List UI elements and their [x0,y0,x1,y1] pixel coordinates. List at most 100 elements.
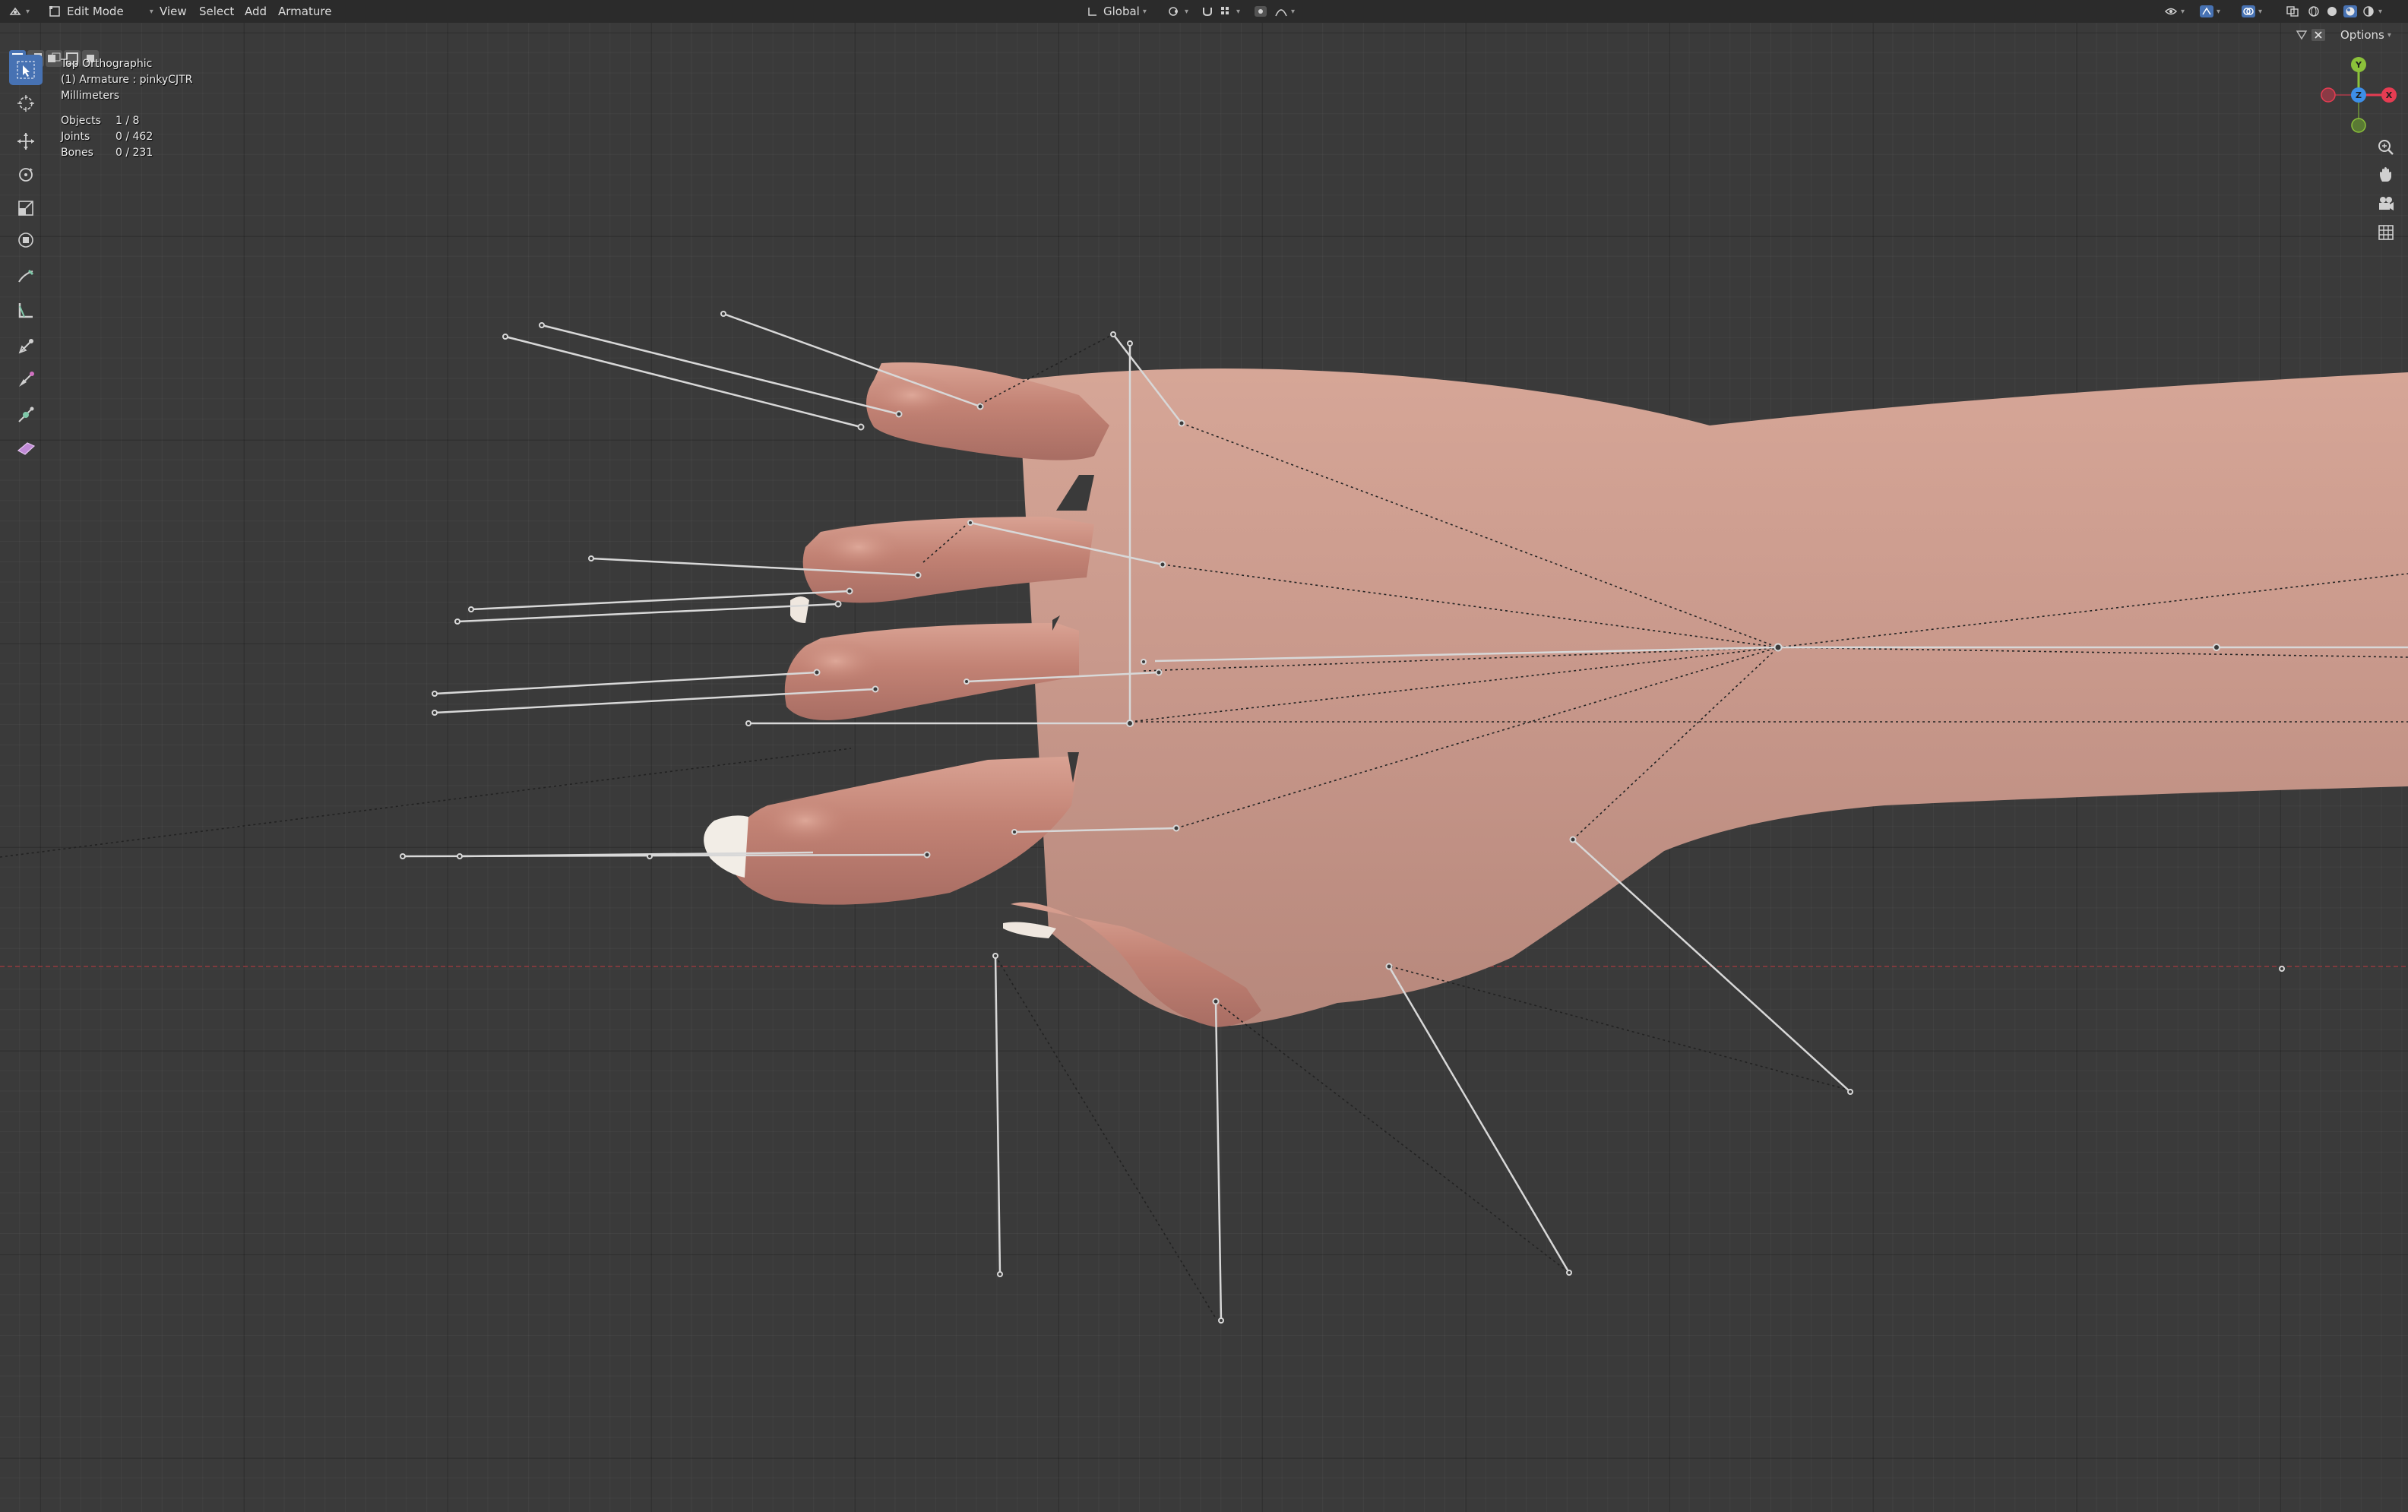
camera-view-button[interactable] [2371,190,2401,217]
chevron-down-icon: ▾ [1142,7,1147,16]
shading-material[interactable] [2343,0,2357,23]
proportional-edit-icon [1255,6,1267,17]
annotate-tool[interactable] [9,261,43,292]
bone-roll-icon [18,406,34,422]
zoom-button[interactable] [2371,134,2401,161]
active-object-name: (1) Armature : pinkyCJTR [61,74,193,86]
pivot-point-dropdown[interactable]: ▾ [1168,0,1188,23]
extrude-tool[interactable] [9,331,43,362]
3d-cursor-icon [17,95,34,112]
unit-system: Millimeters [61,90,120,102]
forearm-mesh [1018,369,2408,1026]
scale-tool[interactable] [9,193,43,223]
snap-toggle[interactable] [1201,0,1214,23]
menu-select[interactable]: Select [199,0,234,23]
measure-tool[interactable] [9,295,43,325]
navigation-gizmo[interactable]: Y X Z [2310,53,2401,141]
chevron-down-icon: ▾ [26,7,30,16]
ruler-icon [18,303,33,318]
move-arrows-icon [17,133,34,150]
viewport-header: ▾ Edit Mode ▾ View Select Add Armature G… [0,0,2408,23]
chevron-down-icon: ▾ [1236,7,1241,16]
cursor-arrow-icon [17,61,35,79]
falloff-dropdown[interactable]: ▾ [1274,0,1295,23]
wireframe-shading-icon [2308,6,2319,17]
proportional-edit-toggle[interactable] [1254,0,1267,23]
stat-label: Bones [61,147,93,159]
select-mode-subtract[interactable] [46,50,62,67]
bone-index-base[interactable] [505,335,862,429]
pencil-icon [18,270,33,283]
menu-armature[interactable]: Armature [278,0,331,23]
transform-orientation-dropdown[interactable]: Global ▾ [1087,0,1147,23]
stat-label: Objects [61,115,101,127]
chevron-down-icon: ▾ [1291,7,1296,16]
shading-solid[interactable] [2325,0,2339,23]
editor-type-button[interactable]: ▾ [9,0,30,23]
orientation-label: Global [1103,5,1140,18]
snap-target-dropdown[interactable]: ▾ [1220,0,1240,23]
viewport-scene[interactable] [0,0,2408,1512]
chevron-down-icon: ▾ [2378,7,2383,16]
viewport-filter-icons[interactable] [2295,25,2325,45]
envelope-tool[interactable] [9,433,43,463]
fingernail [790,596,809,623]
overlays-icon [2242,5,2255,17]
menu-add[interactable]: Add [245,0,267,23]
object-filter-icon [2296,30,2308,40]
bone-index-mid[interactable] [541,324,900,416]
pivot-icon [1169,7,1178,16]
orientation-icon [1088,8,1096,16]
move-tool[interactable] [9,126,43,157]
bone-size-tool[interactable] [9,365,43,395]
grid-icon [2378,225,2394,240]
stat-bones: Bones 0 / 231 [61,145,192,161]
gizmo-neg-x-handle[interactable] [2321,87,2336,103]
bone-ring-1[interactable] [434,671,818,695]
shading-wireframe[interactable] [2307,0,2321,23]
rotate-tool[interactable] [9,160,43,190]
magnet-icon [1203,8,1212,17]
tool-settings-row: Options ▾ [0,23,2408,67]
roll-tool[interactable] [9,400,43,430]
transform-icon [18,232,33,248]
viewport-info-overlay: Top Orthographic (1) Armature : pinkyCJT… [61,56,192,161]
knuckle-highlight [790,638,881,684]
transform-tool[interactable] [9,225,43,255]
bone-thumb-2[interactable] [1214,1001,1223,1321]
scale-icon [18,201,33,216]
editor-type-icon [9,7,21,15]
visibility-dropdown[interactable]: ▾ [2164,0,2185,23]
close-x-icon [2311,29,2325,41]
bone-index-tip[interactable] [723,312,981,408]
options-label: Options [2340,28,2384,42]
select-box-tool[interactable] [9,55,43,85]
stat-value: 0 / 231 [115,147,153,159]
knuckle-highlight [760,796,851,845]
material-shading-icon [2343,5,2357,17]
mode-dropdown[interactable]: Edit Mode ▾ [49,0,153,23]
cursor-tool[interactable] [9,88,43,119]
shading-rendered[interactable]: ▾ [2362,0,2382,23]
envelope-icon [17,442,36,455]
options-dropdown[interactable]: Options ▾ [2340,25,2391,45]
bone-thumb-1[interactable] [994,955,1001,1275]
bone-size-icon [19,372,34,387]
gizmo-toggle[interactable]: ▾ [2200,0,2220,23]
stat-objects: Objects 1 / 8 [61,113,192,129]
xray-toggle[interactable] [2286,0,2299,23]
bone-thumb-3[interactable] [1388,966,1571,1273]
ortho-toggle-button[interactable] [2371,219,2401,246]
3d-viewport[interactable] [0,0,2408,1512]
overlays-toggle[interactable]: ▾ [2242,0,2262,23]
hand-mesh[interactable] [704,362,2408,1027]
pan-button[interactable] [2371,161,2401,188]
chevron-down-icon: ▾ [2217,7,2221,16]
gizmo-neg-y-handle[interactable] [2351,118,2366,133]
menu-view[interactable]: View [160,0,187,23]
falloff-curve-icon [1275,9,1287,17]
select-subtract-icon [48,52,61,62]
knuckle-highlight [813,524,904,570]
stat-value: 0 / 462 [115,131,153,143]
scene-statistics: Objects 1 / 8 Joints 0 / 462 Bones 0 / 2… [61,113,192,161]
